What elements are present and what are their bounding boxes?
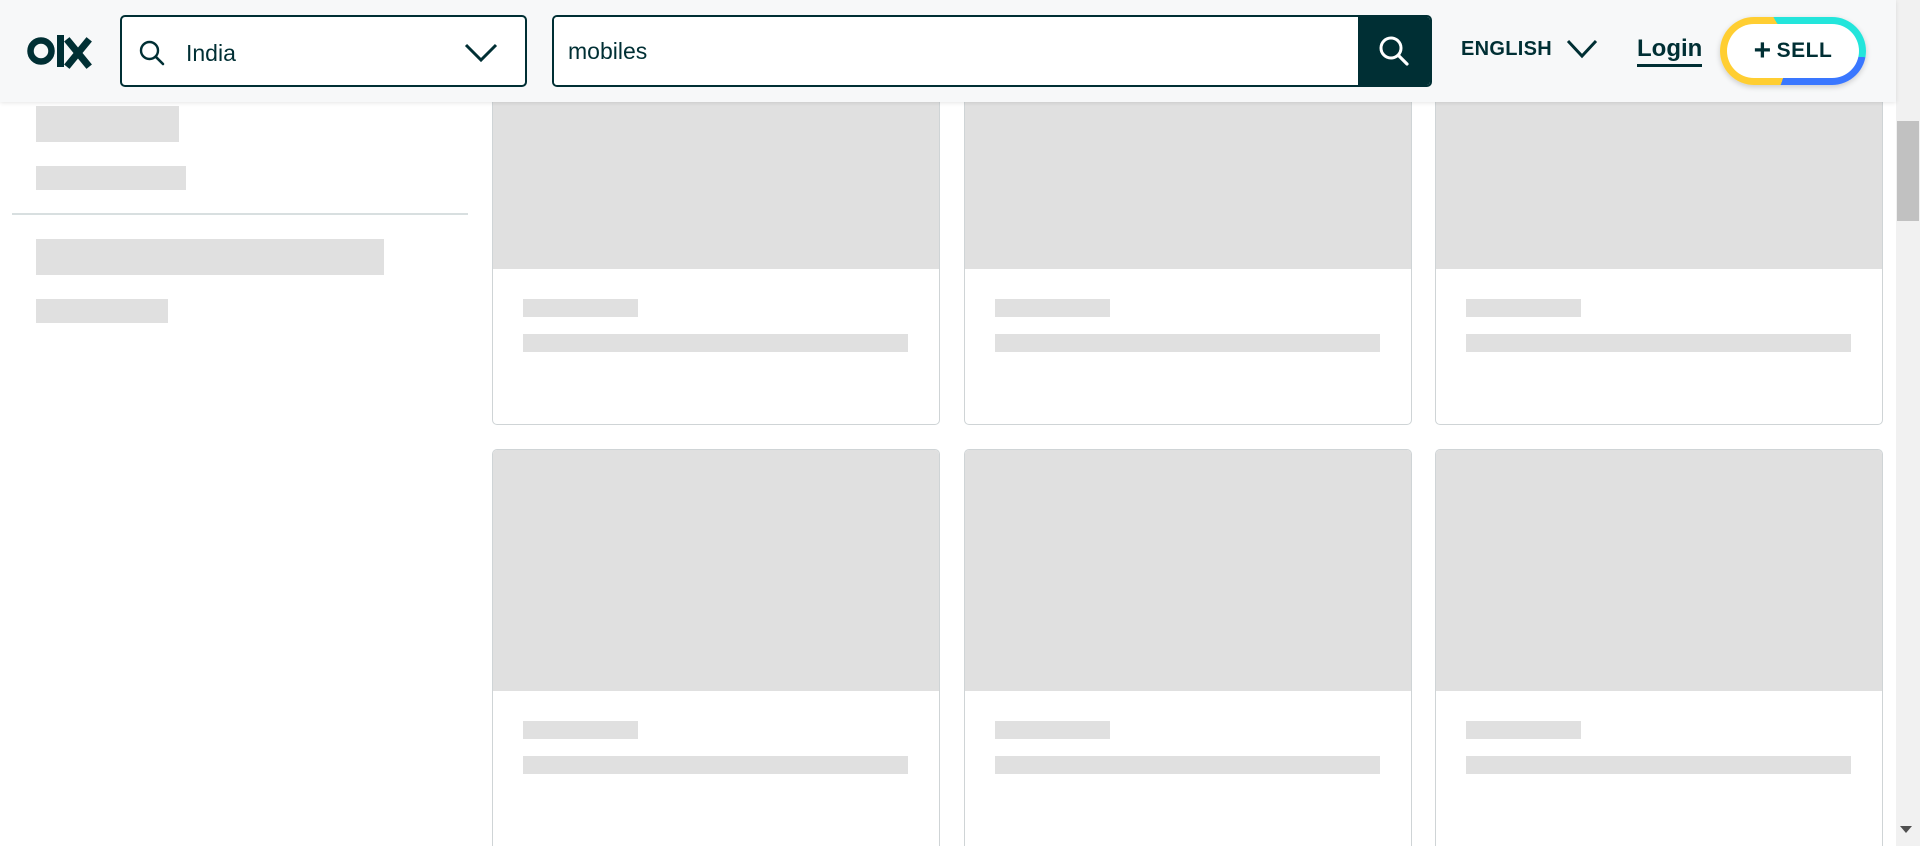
card-text-skeleton (995, 299, 1110, 317)
listing-card-skeleton[interactable] (1435, 80, 1883, 425)
card-image-skeleton (1436, 450, 1882, 691)
search-icon (1379, 36, 1409, 66)
plus-icon: + (1753, 34, 1772, 67)
card-text-skeleton (995, 721, 1110, 739)
location-selector[interactable]: India (120, 15, 527, 87)
olx-logo[interactable] (27, 30, 93, 72)
card-text-skeleton (523, 334, 908, 352)
card-image-skeleton (965, 450, 1411, 691)
card-image-skeleton (493, 81, 939, 269)
scroll-down-arrow-icon[interactable] (1900, 826, 1912, 833)
card-text-skeleton (1466, 756, 1851, 774)
sell-button-inner: + SELL (1727, 24, 1859, 78)
search-button[interactable] (1358, 17, 1430, 85)
skeleton-block (36, 106, 179, 142)
listing-card-skeleton[interactable] (964, 449, 1412, 846)
top-header: India ENGLISH Login + SELL (0, 0, 1896, 102)
scrollbar-thumb[interactable] (1897, 121, 1919, 221)
search-icon (139, 40, 165, 66)
sidebar-divider (12, 213, 468, 215)
skeleton-block (36, 166, 186, 190)
chevron-down-icon[interactable] (463, 41, 499, 65)
chevron-down-icon (1566, 39, 1598, 59)
card-text-skeleton (523, 721, 638, 739)
login-link[interactable]: Login (1637, 35, 1703, 67)
skeleton-block (36, 239, 384, 275)
card-text-skeleton (1466, 299, 1581, 317)
card-text-skeleton (523, 756, 908, 774)
skeleton-block (36, 299, 168, 323)
page: India ENGLISH Login + SELL (0, 0, 1920, 846)
listing-card-skeleton[interactable] (964, 80, 1412, 425)
card-image-skeleton (1436, 81, 1882, 269)
search-bar (552, 15, 1432, 87)
card-image-skeleton (965, 81, 1411, 269)
card-text-skeleton (995, 334, 1380, 352)
sell-button[interactable]: + SELL (1720, 17, 1866, 85)
search-input[interactable] (554, 17, 1360, 85)
card-image-skeleton (493, 450, 939, 691)
listing-card-skeleton[interactable] (492, 449, 940, 846)
location-value: India (186, 40, 236, 66)
language-selector[interactable]: ENGLISH (1461, 34, 1598, 64)
card-text-skeleton (1466, 334, 1851, 352)
sell-label: SELL (1776, 39, 1833, 62)
listing-card-skeleton[interactable] (492, 80, 940, 425)
listing-card-skeleton[interactable] (1435, 449, 1883, 846)
card-text-skeleton (1466, 721, 1581, 739)
card-text-skeleton (995, 756, 1380, 774)
card-text-skeleton (523, 299, 638, 317)
language-label: ENGLISH (1461, 37, 1552, 60)
